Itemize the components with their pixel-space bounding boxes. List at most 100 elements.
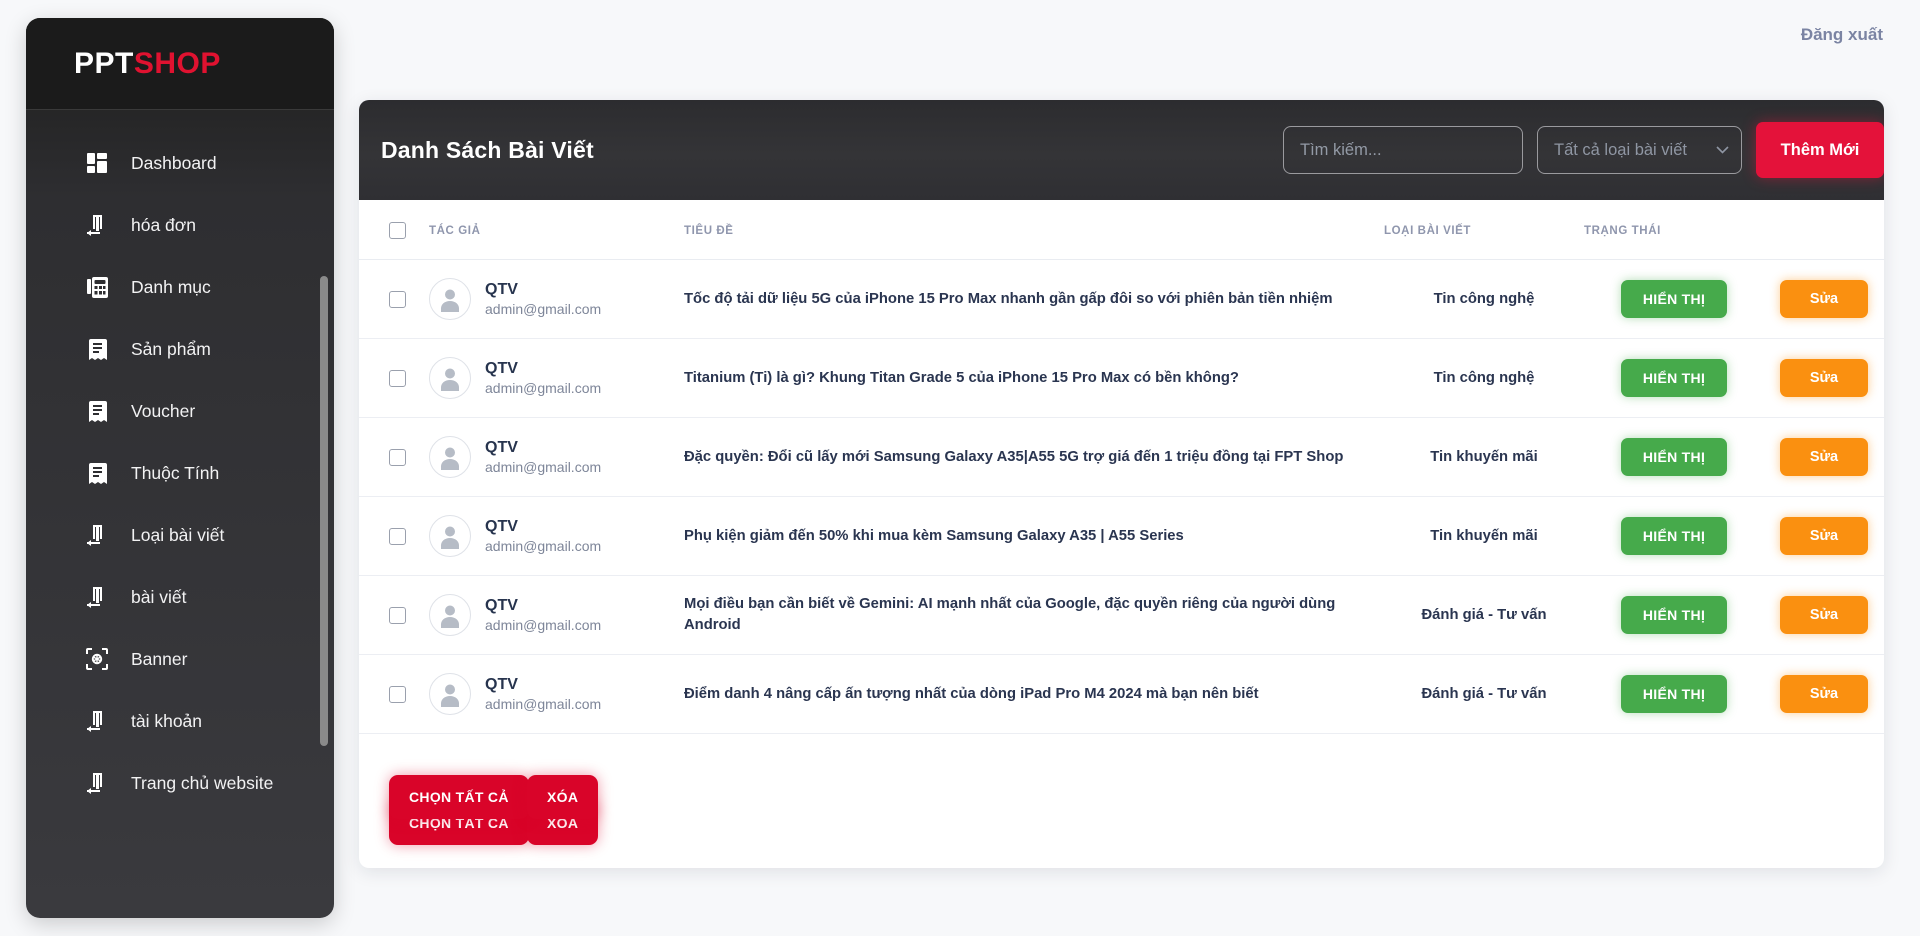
row-checkbox[interactable] [389, 527, 406, 545]
table-row[interactable]: QTV admin@gmail.com Mọi điều bạn cần biế… [359, 575, 1884, 655]
search-input[interactable] [1283, 126, 1523, 174]
row-checkbox[interactable] [389, 290, 406, 308]
add-new-button[interactable]: Thêm Mới [1756, 122, 1884, 178]
sidebar-item-banner[interactable]: Banner [26, 628, 334, 690]
sidebar-item-post-type[interactable]: Loại bài viết [26, 504, 334, 566]
post-title: Titanium (Ti) là gì? Khung Titan Grade 5… [684, 369, 1239, 386]
author-info: QTV admin@gmail.com [485, 516, 601, 556]
sidebar-item-label: hóa đơn [131, 214, 197, 235]
avatar [429, 515, 471, 557]
header-title: TIÊU ĐỀ [684, 200, 1384, 260]
sidebar-item-attribute[interactable]: Thuộc Tính [26, 442, 334, 504]
status-badge[interactable]: HIỂN THỊ [1620, 675, 1728, 713]
status-badge[interactable]: HIỂN THỊ [1620, 359, 1728, 397]
row-status-cell: HIỂN THỊ [1584, 654, 1764, 734]
row-action-cell: Sửa [1764, 417, 1884, 497]
sidebar-item-label: Banner [131, 648, 188, 669]
sidebar-item-invoice[interactable]: hóa đơn [26, 194, 334, 256]
select-all-checkbox[interactable] [389, 222, 406, 239]
row-status-cell: HIỂN THỊ [1584, 338, 1764, 418]
row-checkbox[interactable] [389, 369, 406, 387]
card-header: Danh Sách Bài Viết Tất cả loại bài viết … [359, 100, 1884, 200]
status-badge[interactable]: HIỂN THỊ [1620, 596, 1728, 634]
author-info: QTV admin@gmail.com [485, 674, 601, 714]
posts-table: TÁC GIẢ TIÊU ĐỀ LOẠI BÀI VIẾT TRẠNG THÁI [359, 200, 1884, 734]
author-block: QTV admin@gmail.com [429, 278, 684, 320]
sidebar-scrollbar[interactable] [320, 276, 328, 746]
row-title-cell: Tốc độ tải dữ liệu 5G của iPhone 15 Pro … [684, 259, 1384, 339]
post-type-select[interactable]: Tất cả loại bài viết [1537, 126, 1742, 174]
row-checkbox[interactable] [389, 448, 406, 466]
voucher-icon [84, 400, 110, 422]
row-author-cell: QTV admin@gmail.com [429, 259, 684, 339]
select-all-button[interactable]: CHỌN TẤT CẢ [389, 775, 529, 819]
post-category: Đánh giá - Tư vấn [1421, 686, 1547, 702]
sidebar-item-post[interactable]: bài viết [26, 566, 334, 628]
brand-text-primary: PPT [74, 46, 134, 80]
post-title: Tốc độ tải dữ liệu 5G của iPhone 15 Pro … [684, 290, 1333, 307]
sidebar-item-voucher[interactable]: Voucher [26, 380, 334, 442]
sidebar-item-home[interactable]: Trang chủ website [26, 752, 334, 814]
table-row[interactable]: QTV admin@gmail.com Điểm danh 4 nâng cấp… [359, 654, 1884, 734]
banner-icon [84, 648, 110, 670]
edit-button[interactable]: Sửa [1779, 675, 1869, 713]
author-block: QTV admin@gmail.com [429, 673, 684, 715]
table-row[interactable]: QTV admin@gmail.com Titanium (Ti) là gì?… [359, 338, 1884, 418]
post-title: Phụ kiện giảm đến 50% khi mua kèm Samsun… [684, 527, 1184, 544]
sidebar-item-label: Loại bài viết [131, 524, 225, 545]
sidebar-item-label: tài khoản [131, 710, 203, 731]
table-body: QTV admin@gmail.com Tốc độ tải dữ liệu 5… [359, 259, 1884, 734]
row-select-cell [359, 575, 429, 655]
row-title-cell: Titanium (Ti) là gì? Khung Titan Grade 5… [684, 338, 1384, 418]
post-title: Đặc quyền: Đổi cũ lấy mới Samsung Galaxy… [684, 448, 1344, 465]
author-email: admin@gmail.com [485, 538, 602, 555]
brand-logo[interactable]: PPTSHOP [26, 18, 334, 110]
author-info: QTV admin@gmail.com [485, 437, 601, 477]
post-category: Đánh giá - Tư vấn [1421, 607, 1547, 623]
edit-button[interactable]: Sửa [1779, 596, 1869, 634]
sidebar: PPTSHOP Dashboard hóa đơn Danh mục Sản p… [26, 18, 334, 918]
edit-button[interactable]: Sửa [1779, 517, 1869, 555]
row-author-cell: QTV admin@gmail.com [429, 654, 684, 734]
row-checkbox[interactable] [389, 685, 406, 703]
sidebar-item-dashboard[interactable]: Dashboard [26, 132, 334, 194]
table-footer: CHỌN TẤT CẢ XÓA CHỌN TẤT CẢ XÓA [359, 734, 1884, 845]
avatar [429, 594, 471, 636]
logout-link[interactable]: Đăng xuất [1801, 25, 1883, 45]
table-row[interactable]: QTV admin@gmail.com Tốc độ tải dữ liệu 5… [359, 259, 1884, 339]
sidebar-item-label: Dashboard [131, 152, 217, 173]
author-email: admin@gmail.com [485, 380, 602, 397]
edit-button[interactable]: Sửa [1779, 438, 1869, 476]
row-action-cell: Sửa [1764, 259, 1884, 339]
sidebar-item-category[interactable]: Danh mục [26, 256, 334, 318]
status-badge[interactable]: HIỂN THỊ [1620, 280, 1728, 318]
sidebar-item-label: Trang chủ website [131, 772, 274, 793]
status-badge[interactable]: HIỂN THỊ [1620, 517, 1728, 555]
table-row[interactable]: QTV admin@gmail.com Đặc quyền: Đổi cũ lấ… [359, 417, 1884, 497]
header-select-all [359, 200, 429, 260]
row-checkbox[interactable] [389, 606, 406, 624]
avatar [429, 278, 471, 320]
sidebar-scrollbar-thumb[interactable] [320, 276, 328, 746]
sidebar-item-product[interactable]: Sản phẩm [26, 318, 334, 380]
avatar [429, 436, 471, 478]
status-badge[interactable]: HIỂN THỊ [1620, 438, 1728, 476]
sidebar-item-account[interactable]: tài khoản [26, 690, 334, 752]
edit-button[interactable]: Sửa [1779, 359, 1869, 397]
author-name: QTV [485, 438, 518, 456]
author-email: admin@gmail.com [485, 617, 602, 634]
row-select-cell [359, 259, 429, 339]
row-status-cell: HIỂN THỊ [1584, 417, 1764, 497]
attribute-icon [84, 462, 110, 484]
header-actions [1764, 200, 1884, 260]
edit-button[interactable]: Sửa [1779, 280, 1869, 318]
post-category: Tin công nghệ [1433, 370, 1535, 386]
author-info: QTV admin@gmail.com [485, 595, 601, 635]
posts-card: Danh Sách Bài Viết Tất cả loại bài viết … [359, 100, 1884, 868]
row-category-cell: Tin khuyến mãi [1384, 417, 1584, 497]
delete-button[interactable]: XÓA [527, 775, 599, 819]
admin-page: PPTSHOP Dashboard hóa đơn Danh mục Sản p… [0, 0, 1920, 936]
post-type-filter[interactable]: Tất cả loại bài viết [1537, 126, 1742, 174]
author-block: QTV admin@gmail.com [429, 357, 684, 399]
table-row[interactable]: QTV admin@gmail.com Phụ kiện giảm đến 50… [359, 496, 1884, 576]
